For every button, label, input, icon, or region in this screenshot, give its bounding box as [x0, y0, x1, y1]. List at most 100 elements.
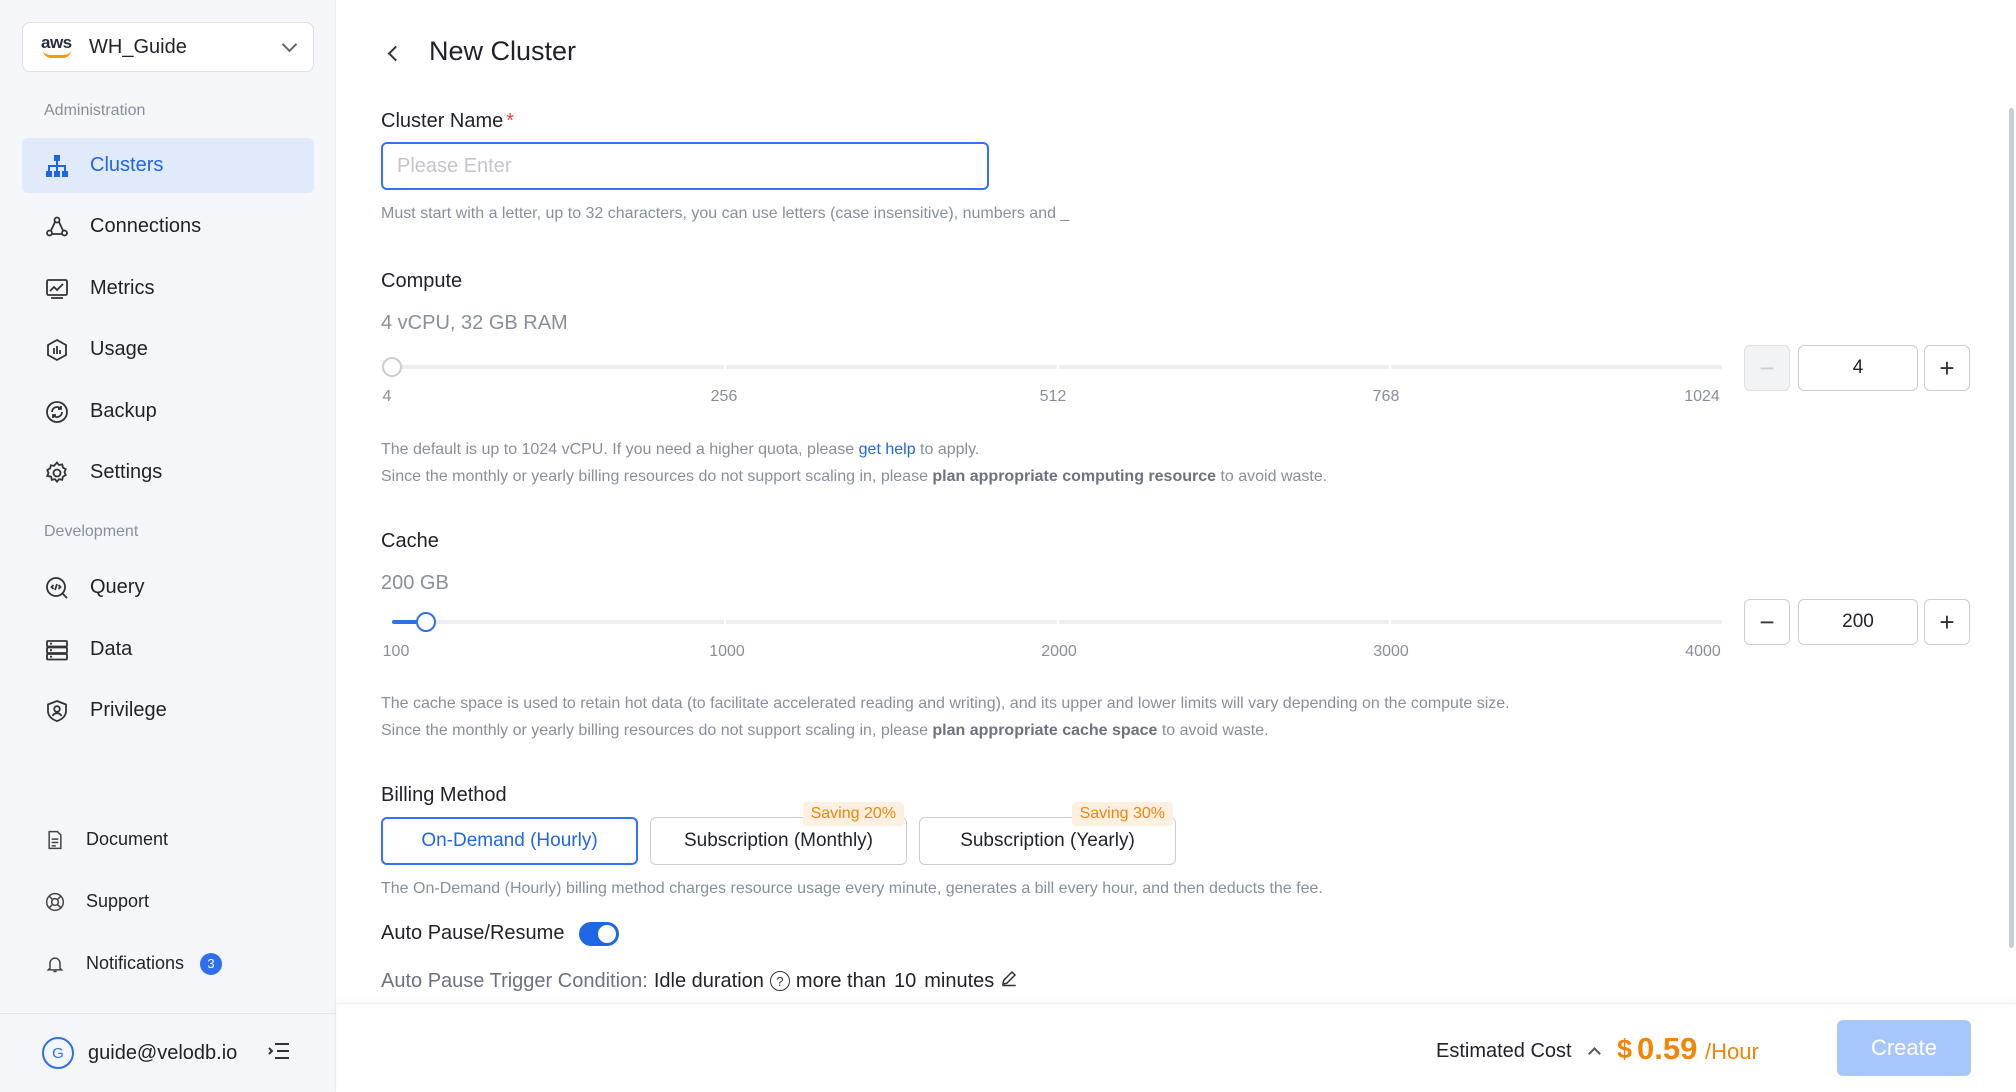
cache-tick-label: 2000: [1041, 643, 1077, 660]
privilege-icon: [44, 698, 70, 724]
sidebar-item-label: Data: [90, 638, 133, 660]
scrollbar[interactable]: [2009, 108, 2014, 948]
compute-hint-text: to avoid waste.: [1216, 468, 1328, 485]
cache-slider[interactable]: [392, 612, 1722, 632]
cache-label: Cache: [381, 530, 439, 552]
aws-logo: aws: [41, 33, 75, 61]
compute-label: Compute: [381, 270, 463, 292]
sidebar-item-usage[interactable]: Usage: [22, 322, 314, 377]
sidebar-item-label: Connections: [90, 215, 202, 237]
sidebar-item-metrics[interactable]: Metrics: [22, 261, 314, 316]
compute-hint-text: The default is up to 1024 vCPU. If you n…: [381, 441, 859, 458]
trigger-value: 10: [893, 969, 917, 992]
section-label-administration: Administration: [44, 102, 146, 119]
help-icon[interactable]: ?: [769, 971, 790, 991]
user-bar: G guide@velodb.io: [0, 1013, 336, 1092]
sidebar-item-notifications[interactable]: Notifications 3: [22, 936, 314, 991]
estimated-cost-label[interactable]: Estimated Cost: [1436, 1040, 1572, 1063]
compute-tick-label: 4: [382, 388, 392, 405]
workspace-name: WH_Guide: [89, 35, 187, 58]
collapse-menu-icon[interactable]: [268, 1041, 290, 1066]
price-unit: /Hour: [1705, 1039, 1759, 1064]
cache-hint-text: Since the monthly or yearly billing reso…: [381, 722, 933, 739]
sidebar: aws WH_Guide Administration Clusters Con…: [0, 0, 336, 1092]
metrics-icon: [44, 276, 70, 302]
sidebar-item-support[interactable]: Support: [22, 874, 314, 929]
cluster-name-hint: Must start with a letter, up to 32 chara…: [381, 205, 1070, 222]
cache-hint-scaling: Since the monthly or yearly billing reso…: [381, 717, 1269, 744]
sidebar-item-data[interactable]: Data: [22, 622, 314, 677]
compute-tick-label: 256: [710, 388, 738, 405]
connections-icon: [44, 214, 70, 240]
backup-icon: [44, 399, 70, 425]
chevron-down-icon: [281, 36, 298, 52]
billing-option-monthly[interactable]: Subscription (Monthly) Saving 20%: [650, 802, 907, 865]
sidebar-item-query[interactable]: Query: [22, 560, 314, 615]
compute-decrement-button[interactable]: −: [1744, 345, 1790, 391]
trigger-metric: Idle duration: [653, 969, 764, 992]
sidebar-item-label: Query: [90, 576, 145, 598]
sidebar-item-backup[interactable]: Backup: [22, 384, 314, 439]
compute-slider-thumb[interactable]: [382, 357, 402, 377]
trigger-unit: minutes: [924, 969, 995, 992]
sidebar-item-document[interactable]: Document: [22, 812, 314, 867]
workspace-selector[interactable]: aws WH_Guide: [22, 22, 314, 72]
billing-option-label: Subscription (Yearly): [960, 830, 1135, 851]
compute-increment-button[interactable]: +: [1924, 345, 1970, 391]
section-label-development: Development: [44, 523, 139, 540]
footer-bar: Estimated Cost $ 0.59 /Hour Create: [337, 1003, 2016, 1092]
billing-option-on-demand[interactable]: On-Demand (Hourly): [381, 817, 638, 865]
sidebar-item-label: Clusters: [90, 154, 164, 176]
sidebar-item-connections[interactable]: Connections: [22, 199, 314, 254]
cache-tick-label: 100: [382, 643, 410, 660]
required-mark: *: [506, 110, 515, 132]
cache-decrement-button[interactable]: −: [1744, 599, 1790, 645]
usage-icon: [44, 337, 70, 363]
saving-badge: Saving 20%: [802, 802, 904, 826]
billing-option-yearly[interactable]: Subscription (Yearly) Saving 30%: [919, 802, 1176, 865]
compute-hint-text: to apply.: [915, 441, 980, 458]
billing-method-label: Billing Method: [381, 784, 507, 806]
cluster-name-label-text: Cluster Name: [381, 110, 504, 132]
sidebar-item-settings[interactable]: Settings: [22, 445, 314, 500]
cache-hint-text: to avoid waste.: [1157, 722, 1269, 739]
compute-hint-emphasis: plan appropriate computing resource: [932, 468, 1217, 485]
cache-tick-label: 1000: [709, 643, 745, 660]
sidebar-item-label: Backup: [90, 400, 157, 422]
cluster-name-input[interactable]: [381, 142, 989, 190]
gear-icon: [44, 460, 70, 486]
sidebar-item-label: Metrics: [90, 277, 155, 299]
compute-slider[interactable]: [382, 357, 1722, 377]
saving-badge: Saving 30%: [1071, 802, 1173, 826]
main-content: New Cluster Cluster Name* Must start wit…: [337, 0, 2016, 1092]
create-button[interactable]: Create: [1837, 1020, 1971, 1076]
cluster-name-label: Cluster Name *: [381, 110, 514, 133]
user-email: guide@velodb.io: [88, 1041, 238, 1064]
get-help-link[interactable]: get help: [859, 441, 916, 458]
support-icon: [44, 891, 66, 913]
sidebar-item-label: Support: [86, 891, 150, 911]
chevron-up-icon[interactable]: [1588, 1047, 1601, 1060]
bell-icon: [44, 953, 66, 975]
billing-option-label: Subscription (Monthly): [683, 830, 874, 851]
sidebar-item-label: Settings: [90, 461, 163, 483]
price-value: 0.59: [1637, 1031, 1698, 1066]
sidebar-item-privilege[interactable]: Privilege: [22, 683, 314, 738]
compute-hint-text: Since the monthly or yearly billing reso…: [381, 468, 933, 485]
compute-tick-label: 768: [1372, 388, 1400, 405]
cache-tick-label: 4000: [1685, 643, 1721, 660]
sidebar-item-label: Document: [86, 829, 169, 849]
cache-value-input[interactable]: 200: [1798, 599, 1918, 645]
page-title: New Cluster: [429, 36, 577, 66]
cache-increment-button[interactable]: +: [1924, 599, 1970, 645]
compute-value-input[interactable]: 4: [1798, 345, 1918, 391]
avatar[interactable]: G: [42, 1037, 74, 1069]
price-currency: $: [1617, 1034, 1633, 1064]
back-button[interactable]: [383, 40, 407, 66]
compute-tick-label: 1024: [1684, 388, 1720, 405]
edit-icon[interactable]: [1000, 969, 1018, 993]
auto-pause-toggle[interactable]: [579, 922, 619, 946]
cache-slider-thumb[interactable]: [416, 612, 436, 632]
cache-tick-label: 3000: [1373, 643, 1409, 660]
sidebar-item-clusters[interactable]: Clusters: [22, 138, 314, 193]
